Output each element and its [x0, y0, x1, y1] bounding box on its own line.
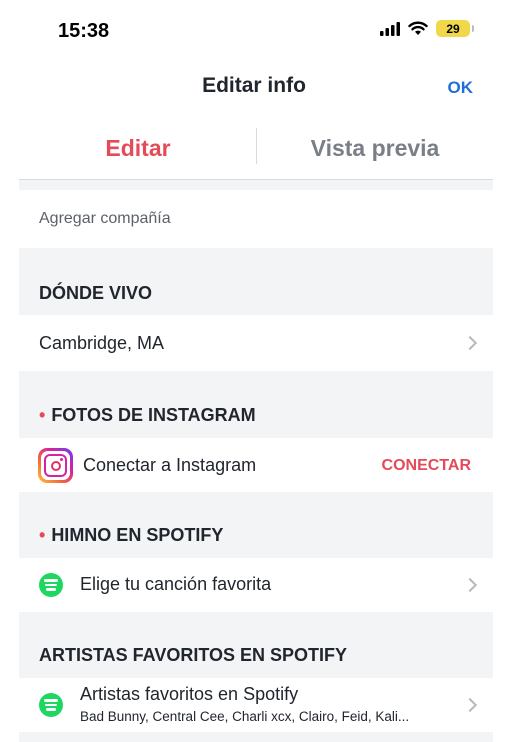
tab-preview[interactable]: Vista previa — [257, 118, 493, 178]
nav-bar: Editar info OK — [0, 62, 508, 112]
instagram-icon-lens — [50, 460, 61, 471]
anthem-row[interactable]: Elige tu canción favorita — [19, 558, 493, 612]
spotify-wave — [45, 583, 57, 587]
artists-row[interactable]: Artistas favoritos en Spotify Bad Bunny,… — [19, 678, 493, 732]
status-bar: 15:38 29 — [0, 0, 508, 62]
status-time: 15:38 — [58, 20, 110, 42]
instagram-icon-flash — [60, 458, 63, 461]
section-header-where-i-live: DÓNDE VIVO — [19, 283, 493, 304]
spotify-wave — [45, 703, 57, 707]
instagram-label: Conectar a Instagram — [83, 455, 257, 475]
ok-button[interactable]: OK — [448, 78, 474, 98]
battery-level: 29 — [446, 21, 460, 36]
battery-indicator: 29 — [436, 20, 474, 37]
spotify-wave — [46, 588, 56, 591]
spotify-wave — [44, 699, 58, 702]
spotify-wave — [44, 579, 58, 582]
company-row[interactable]: Agregar compañía — [19, 190, 493, 248]
location-value: Cambridge, MA — [39, 333, 165, 353]
company-input[interactable]: Agregar compañía — [39, 210, 171, 228]
section-header-instagram: • FOTOS DE INSTAGRAM — [19, 405, 493, 426]
tab-bar: Editar Vista previa — [19, 118, 493, 180]
instagram-icon-inner — [41, 451, 70, 480]
artists-subtitle: Bad Bunny, Central Cee, Charli xcx, Clai… — [80, 709, 410, 724]
chevron-right-icon — [462, 697, 478, 713]
where-i-live-row[interactable]: Cambridge, MA — [19, 315, 493, 371]
section-header-artists: ARTISTAS FAVORITOS EN SPOTIFY — [19, 645, 493, 666]
edit-info-list: Agregar compañía DÓNDE VIVO Cambridge, M… — [19, 180, 493, 742]
spotify-wave — [46, 708, 56, 711]
section-title: HIMNO EN SPOTIFY — [51, 525, 224, 545]
section-title: ARTISTAS FAVORITOS EN SPOTIFY — [39, 645, 348, 665]
chevron-right-icon — [462, 577, 478, 593]
chevron-right-icon — [462, 335, 478, 351]
spotify-icon — [39, 693, 63, 717]
page-title: Editar info — [202, 74, 306, 97]
signal-icon — [380, 21, 400, 36]
section-title: DÓNDE VIVO — [39, 283, 153, 303]
artists-label: Artistas favoritos en Spotify — [80, 684, 299, 704]
required-dot-icon: • — [39, 525, 46, 545]
instagram-icon — [38, 448, 73, 483]
wifi-icon — [408, 21, 428, 35]
status-icons: 29 — [380, 20, 474, 37]
section-header-anthem: • HIMNO EN SPOTIFY — [19, 525, 493, 546]
anthem-label: Elige tu canción favorita — [80, 574, 272, 594]
tab-edit[interactable]: Editar — [19, 118, 257, 178]
connect-instagram-button[interactable]: CONECTAR — [382, 457, 471, 475]
required-dot-icon: • — [39, 405, 46, 425]
spotify-icon — [39, 573, 63, 597]
instagram-icon-frame — [44, 454, 67, 477]
instagram-row[interactable]: Conectar a Instagram CONECTAR — [19, 438, 493, 492]
section-title: FOTOS DE INSTAGRAM — [51, 405, 256, 425]
